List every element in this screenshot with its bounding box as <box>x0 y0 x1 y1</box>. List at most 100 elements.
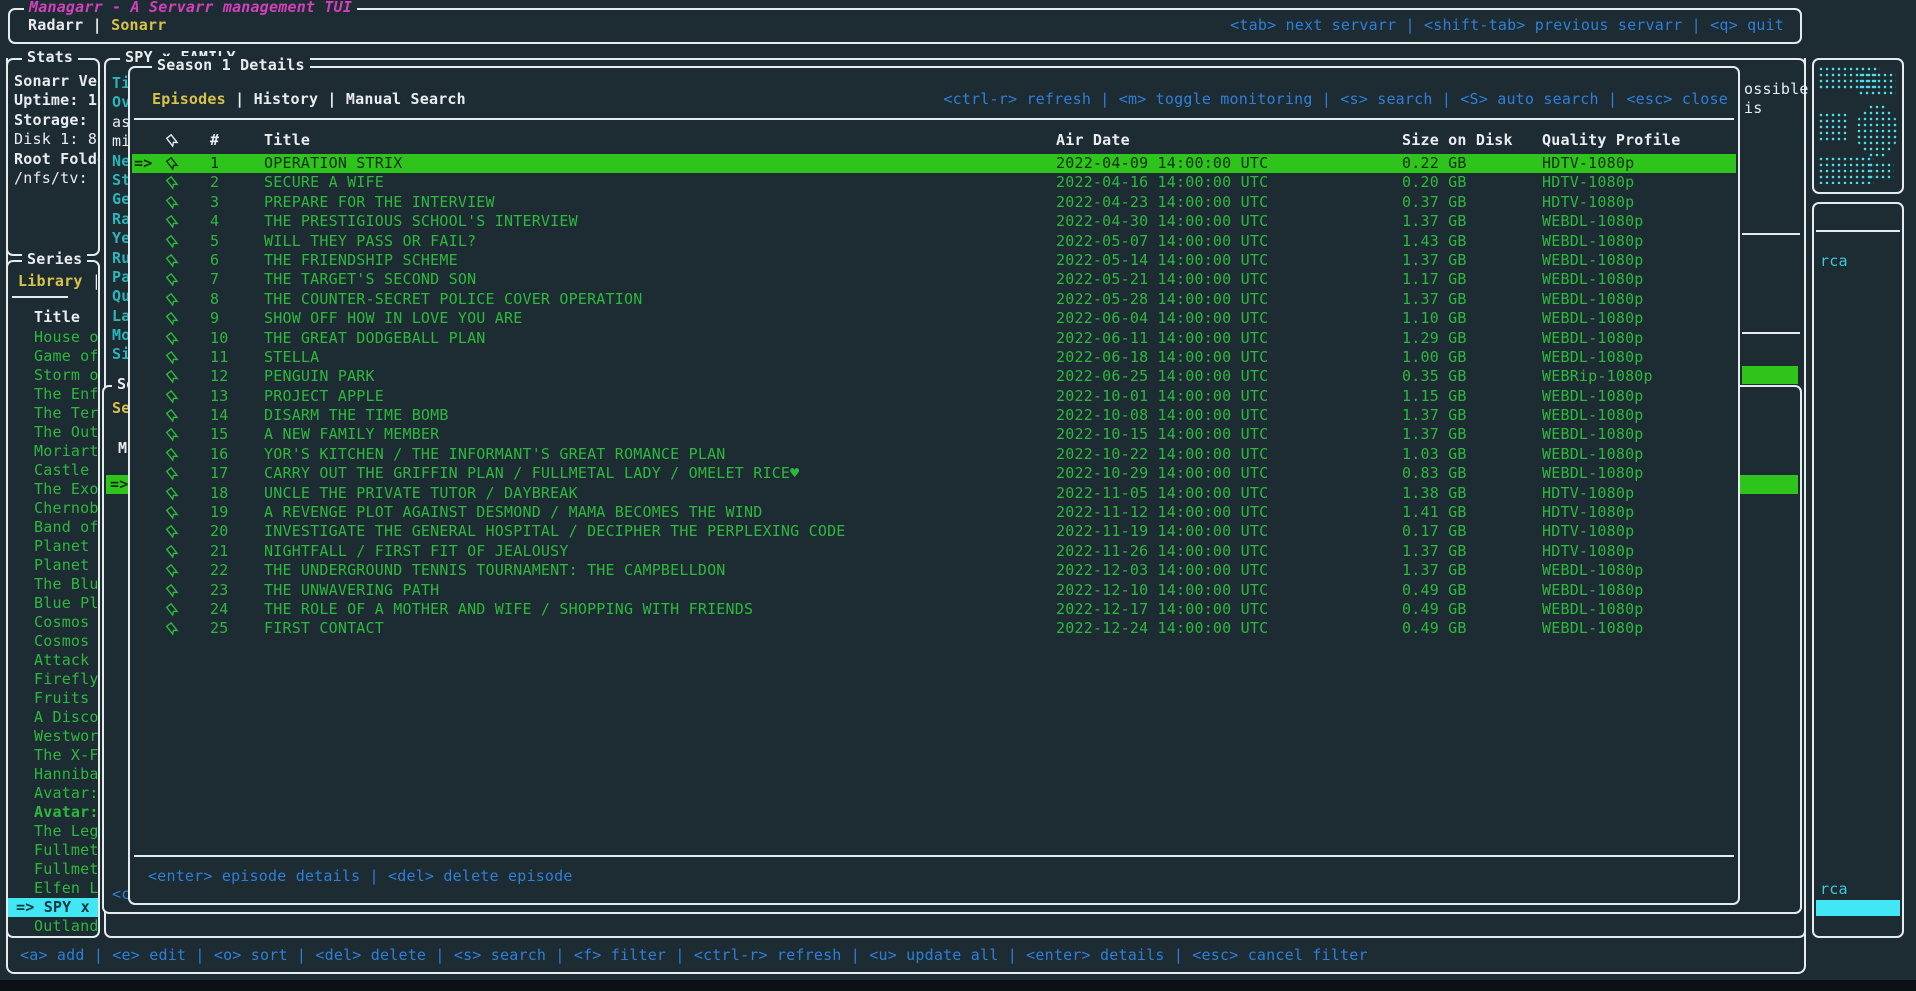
series-list-item[interactable]: Planet <box>8 537 98 556</box>
right-info-progress-bar[interactable] <box>1816 900 1900 916</box>
series-list-item[interactable]: Fruits <box>8 689 98 708</box>
episode-title: PENGUIN PARK <box>264 367 1056 386</box>
episode-number: 13 <box>210 387 264 406</box>
tab-gap <box>244 90 253 108</box>
episode-quality: WEBDL-1080p <box>1542 329 1736 348</box>
episode-title: THE GREAT DODGEBALL PLAN <box>264 329 1056 348</box>
episode-row[interactable]: 21 NIGHTFALL / FIRST FIT OF JEALOUSY 202… <box>132 542 1736 561</box>
series-list-item[interactable]: Elfen L <box>8 879 98 898</box>
episode-row[interactable]: 19 A REVENGE PLOT AGAINST DESMOND / MAMA… <box>132 503 1736 522</box>
episode-row[interactable]: 2 SECURE A WIFE 2022-04-16 14:00:00 UTC … <box>132 173 1736 192</box>
seasons-table-border-fragment <box>1742 233 1800 235</box>
series-list-item[interactable]: Westwor <box>8 727 98 746</box>
series-list-item[interactable]: The X-F <box>8 746 98 765</box>
series-list-item[interactable]: Castle <box>8 461 98 480</box>
series-list-item[interactable]: Attack <box>8 651 98 670</box>
bookmark-icon <box>166 619 210 638</box>
episode-row[interactable]: 13 PROJECT APPLE 2022-10-01 14:00:00 UTC… <box>132 387 1736 406</box>
series-list-item[interactable]: Outland <box>8 917 98 936</box>
episode-row[interactable]: 25 FIRST CONTACT 2022-12-24 14:00:00 UTC… <box>132 619 1736 638</box>
managarr-app-screen: Managarr - A Servarr management TUI Rada… <box>0 0 1916 991</box>
bookmark-icon <box>166 581 210 600</box>
series-list-item[interactable]: The Exo <box>8 480 98 499</box>
series-list-item[interactable]: => SPY x F <box>8 898 98 917</box>
tab-episodes[interactable]: Episodes <box>152 90 226 108</box>
episode-row[interactable]: 6 THE FRIENDSHIP SCHEME 2022-05-14 14:00… <box>132 251 1736 270</box>
column-air-date[interactable]: Air Date <box>1056 131 1402 149</box>
episode-row[interactable]: 17 CARRY OUT THE GRIFFIN PLAN / FULLMETA… <box>132 464 1736 483</box>
series-list-item[interactable]: Planet <box>8 556 98 575</box>
column-number[interactable]: # <box>210 131 264 149</box>
episode-row[interactable]: 3 PREPARE FOR THE INTERVIEW 2022-04-23 1… <box>132 193 1736 212</box>
episode-row[interactable]: 15 A NEW FAMILY MEMBER 2022-10-15 14:00:… <box>132 425 1736 444</box>
tab-separator-bar: | <box>93 16 102 34</box>
episode-row[interactable]: 16 YOR'S KITCHEN / THE INFORMANT'S GREAT… <box>132 445 1736 464</box>
episode-air-date: 2022-04-30 14:00:00 UTC <box>1056 212 1402 231</box>
series-list-item[interactable]: House o <box>8 328 98 347</box>
series-list-item[interactable]: Firefly <box>8 670 98 689</box>
tab-sonarr[interactable]: Sonarr <box>111 16 166 34</box>
series-list-item[interactable]: Moriart <box>8 442 98 461</box>
series-list-item[interactable]: The Leg <box>8 822 98 841</box>
episode-row[interactable]: 22 THE UNDERGROUND TENNIS TOURNAMENT: TH… <box>132 561 1736 580</box>
episode-row[interactable]: 23 THE UNWAVERING PATH 2022-12-10 14:00:… <box>132 581 1736 600</box>
series-list-item[interactable]: Chernob <box>8 499 98 518</box>
tab-gap <box>226 90 235 108</box>
series-list-item[interactable]: Avatar: <box>8 784 98 803</box>
episode-row[interactable]: 11 STELLA 2022-06-18 14:00:00 UTC 1.00 G… <box>132 348 1736 367</box>
episode-size: 1.17 GB <box>1402 270 1542 289</box>
episode-number: 25 <box>210 619 264 638</box>
tab-gap <box>337 90 346 108</box>
series-list-item[interactable]: A Disco <box>8 708 98 727</box>
tab-manual-search[interactable]: Manual Search <box>346 90 466 108</box>
series-list-item[interactable]: Fullmet <box>8 841 98 860</box>
episode-quality: WEBDL-1080p <box>1542 445 1736 464</box>
episode-size: 0.49 GB <box>1402 600 1542 619</box>
series-list-item[interactable]: The Enf <box>8 385 98 404</box>
series-list-item[interactable]: Hanniba <box>8 765 98 784</box>
column-size-on-disk[interactable]: Size on Disk <box>1402 131 1542 149</box>
stat-root-folder: Root Folde <box>14 150 98 169</box>
episode-row[interactable]: 9 SHOW OFF HOW IN LOVE YOU ARE 2022-06-0… <box>132 309 1736 328</box>
episode-air-date: 2022-06-04 14:00:00 UTC <box>1056 309 1402 328</box>
episode-title: THE ROLE OF A MOTHER AND WIFE / SHOPPING… <box>264 600 1056 619</box>
episode-title: DISARM THE TIME BOMB <box>264 406 1056 425</box>
series-list-item[interactable]: Cosmos <box>8 613 98 632</box>
tab-library[interactable]: Library <box>18 272 83 290</box>
episode-row[interactable]: => 1 OPERATION STRIX 2022-04-09 14:00:00… <box>132 154 1736 173</box>
series-list-item[interactable]: The Blu <box>8 575 98 594</box>
episode-size: 1.29 GB <box>1402 329 1542 348</box>
episode-number: 10 <box>210 329 264 348</box>
series-list-item[interactable]: The Ter <box>8 404 98 423</box>
column-quality-profile[interactable]: Quality Profile <box>1542 131 1736 149</box>
series-list-item[interactable]: Game of <box>8 347 98 366</box>
episode-row[interactable]: 8 THE COUNTER-SECRET POLICE COVER OPERAT… <box>132 290 1736 309</box>
episode-row[interactable]: 12 PENGUIN PARK 2022-06-25 14:00:00 UTC … <box>132 367 1736 386</box>
series-list-item[interactable]: The Out <box>8 423 98 442</box>
series-list-item[interactable]: Blue Pl <box>8 594 98 613</box>
column-title[interactable]: Title <box>264 131 1056 149</box>
bookmark-icon <box>166 542 210 561</box>
series-list-item[interactable]: Avatar: <box>8 803 98 822</box>
episode-row[interactable]: 7 THE TARGET'S SECOND SON 2022-05-21 14:… <box>132 270 1736 289</box>
overview-text-fragment: is <box>1744 99 1762 117</box>
episode-number: 21 <box>210 542 264 561</box>
episode-title: CARRY OUT THE GRIFFIN PLAN / FULLMETAL L… <box>264 464 1056 483</box>
episode-row[interactable]: 10 THE GREAT DODGEBALL PLAN 2022-06-11 1… <box>132 329 1736 348</box>
episode-row[interactable]: 18 UNCLE THE PRIVATE TUTOR / DAYBREAK 20… <box>132 484 1736 503</box>
episode-row[interactable]: 24 THE ROLE OF A MOTHER AND WIFE / SHOPP… <box>132 600 1736 619</box>
tab-history[interactable]: History <box>254 90 319 108</box>
series-list-item[interactable]: Storm o <box>8 366 98 385</box>
episode-row[interactable]: 4 THE PRESTIGIOUS SCHOOL'S INTERVIEW 202… <box>132 212 1736 231</box>
episode-air-date: 2022-10-22 14:00:00 UTC <box>1056 445 1402 464</box>
series-list-item[interactable]: Cosmos <box>8 632 98 651</box>
series-list-item[interactable]: Band of <box>8 518 98 537</box>
episode-row[interactable]: 5 WILL THEY PASS OR FAIL? 2022-05-07 14:… <box>132 232 1736 251</box>
episode-air-date: 2022-06-11 14:00:00 UTC <box>1056 329 1402 348</box>
servarr-tabs: Radarr | Sonarr <box>28 16 166 34</box>
tab-radarr[interactable]: Radarr <box>28 16 83 34</box>
episode-quality: WEBDL-1080p <box>1542 600 1736 619</box>
episode-row[interactable]: 20 INVESTIGATE THE GENERAL HOSPITAL / DE… <box>132 522 1736 541</box>
series-list-item[interactable]: Fullmet <box>8 860 98 879</box>
episode-row[interactable]: 14 DISARM THE TIME BOMB 2022-10-08 14:00… <box>132 406 1736 425</box>
